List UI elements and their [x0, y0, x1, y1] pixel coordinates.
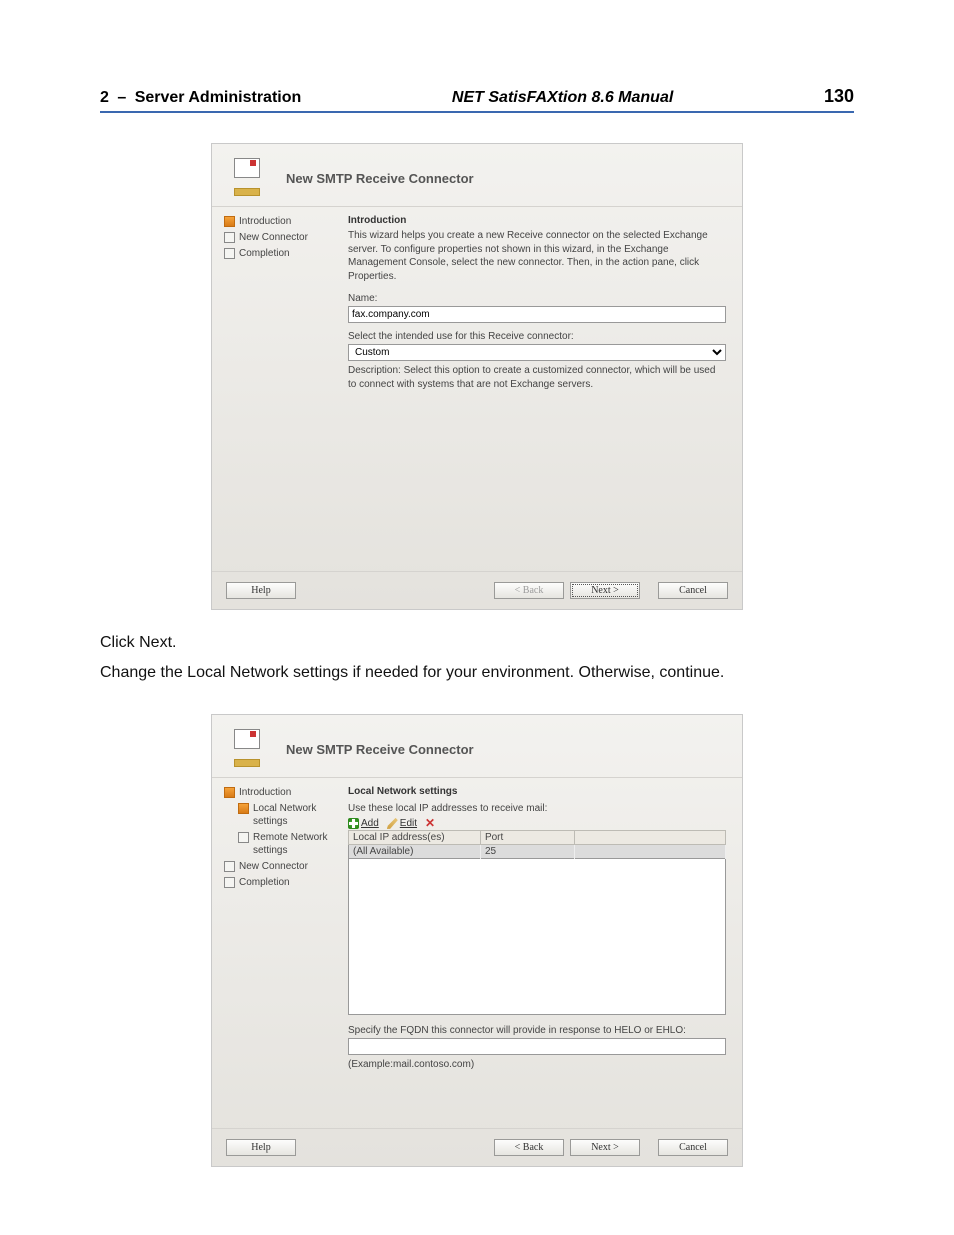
chapter-title: Server Administration [135, 89, 302, 106]
col-port: Port [480, 831, 574, 845]
wizard-icon [228, 156, 272, 200]
chapter-number: 2 [100, 89, 109, 106]
page-number: 130 [824, 86, 854, 107]
step-new-connector[interactable]: New Connector [224, 860, 334, 873]
fqdn-label: Specify the FQDN this connector will pro… [348, 1025, 726, 1036]
fqdn-input[interactable] [348, 1038, 726, 1055]
step-new-connector[interactable]: New Connector [224, 231, 334, 244]
wizard-dialog-local-network: New SMTP Receive Connector Introduction … [211, 714, 743, 1167]
help-button[interactable]: Help [226, 582, 296, 599]
step-remote-network[interactable]: Remote Network settings [238, 831, 334, 857]
use-select[interactable]: Custom [348, 344, 726, 361]
step-completion[interactable]: Completion [224, 876, 334, 889]
table-row[interactable]: (All Available)25 [349, 845, 726, 859]
col-ip: Local IP address(es) [349, 831, 481, 845]
cancel-button[interactable]: Cancel [658, 1139, 728, 1156]
cancel-button[interactable]: Cancel [658, 582, 728, 599]
delete-icon[interactable]: ✕ [425, 816, 435, 830]
name-label: Name: [348, 293, 726, 304]
next-button[interactable]: Next > [570, 582, 640, 599]
step-introduction[interactable]: Introduction [224, 215, 334, 228]
use-label: Select the intended use for this Receive… [348, 331, 726, 342]
ip-table[interactable]: Local IP address(es)Port (All Available)… [348, 830, 726, 859]
edit-button[interactable]: Edit [400, 818, 417, 829]
fqdn-example: (Example:mail.contoso.com) [348, 1058, 726, 1072]
ip-list-box [348, 859, 726, 1015]
next-button[interactable]: Next > [570, 1139, 640, 1156]
help-button[interactable]: Help [226, 1139, 296, 1156]
step-local-network[interactable]: Local Network settings [238, 802, 334, 828]
add-button[interactable]: Add [361, 818, 379, 829]
add-icon[interactable] [348, 818, 359, 829]
manual-title: NET SatisFAXtion 8.6 Manual [301, 89, 824, 107]
instruction-local-network: Change the Local Network settings if nee… [100, 662, 854, 684]
wizard-dialog-introduction: New SMTP Receive Connector Introduction … [211, 143, 743, 610]
edit-icon[interactable] [387, 818, 398, 829]
name-input[interactable] [348, 306, 726, 323]
instruction-click-next: Click Next. [100, 634, 854, 652]
step-introduction[interactable]: Introduction [224, 786, 334, 799]
back-button[interactable]: < Back [494, 1139, 564, 1156]
step-completion[interactable]: Completion [224, 247, 334, 260]
back-button: < Back [494, 582, 564, 599]
wizard-title: New SMTP Receive Connector [286, 742, 474, 757]
form-heading: Local Network settings [348, 786, 726, 797]
description-text: Description: Select this option to creat… [348, 364, 726, 391]
wizard-title: New SMTP Receive Connector [286, 171, 474, 186]
wizard-icon [228, 727, 272, 771]
page-header: 2 – Server Administration NET SatisFAXti… [100, 86, 854, 113]
use-ip-label: Use these local IP addresses to receive … [348, 803, 726, 814]
form-heading: Introduction [348, 215, 726, 226]
intro-text: This wizard helps you create a new Recei… [348, 229, 726, 283]
